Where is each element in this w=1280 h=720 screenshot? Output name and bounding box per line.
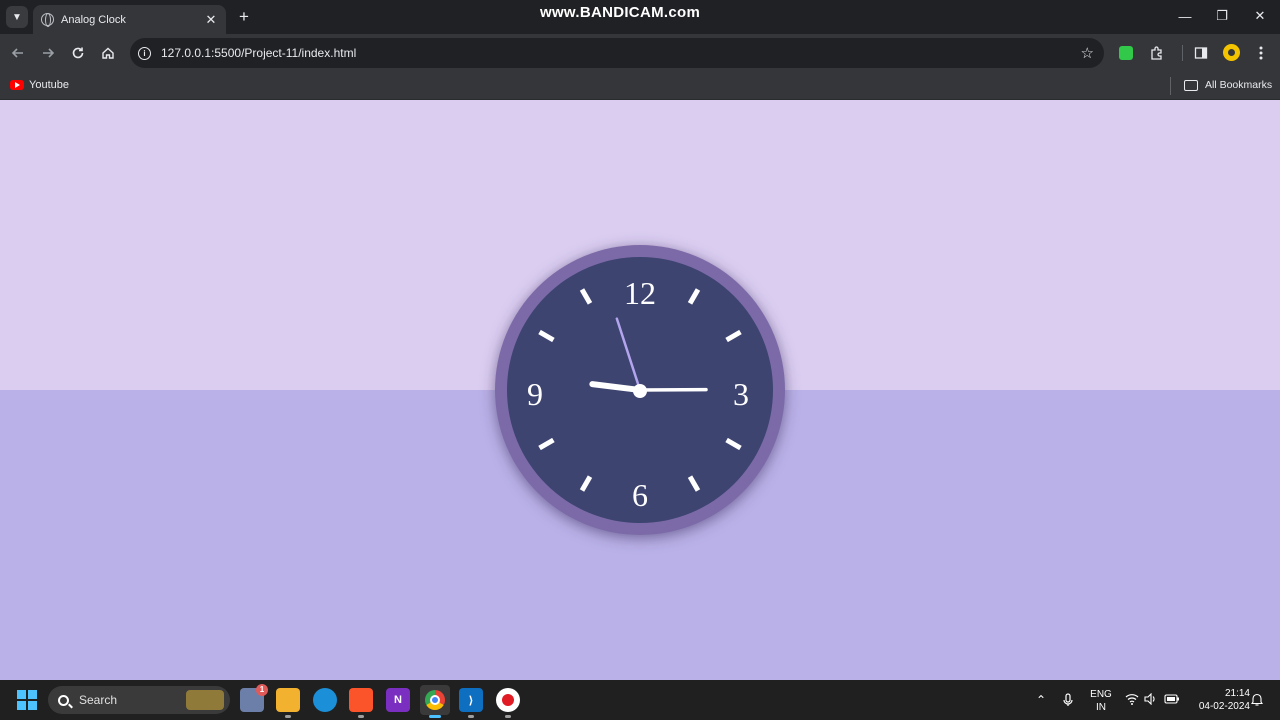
clock-center-pin bbox=[633, 384, 647, 398]
wifi-icon[interactable] bbox=[1125, 693, 1139, 708]
tab-analog-clock[interactable]: Analog Clock ✕ bbox=[33, 5, 226, 34]
url-text[interactable]: 127.0.0.1:5500/Project-11/index.html bbox=[161, 46, 1081, 60]
extensions-puzzle-icon[interactable] bbox=[1145, 41, 1169, 65]
address-bar[interactable]: i 127.0.0.1:5500/Project-11/index.html ☆ bbox=[130, 38, 1104, 68]
tab-title: Analog Clock bbox=[61, 13, 126, 26]
bandicam-record-icon[interactable] bbox=[496, 688, 520, 712]
all-bookmarks-button[interactable]: All Bookmarks bbox=[1184, 79, 1272, 91]
volume-icon[interactable] bbox=[1144, 692, 1158, 708]
edge-browser-icon[interactable] bbox=[313, 688, 337, 712]
home-icon[interactable] bbox=[96, 41, 120, 65]
youtube-icon bbox=[10, 80, 24, 90]
tab-close-icon[interactable]: ✕ bbox=[204, 12, 218, 28]
search-highlight-image bbox=[186, 690, 224, 710]
page-content: 12 3 6 9 bbox=[0, 100, 1280, 680]
search-icon bbox=[58, 694, 69, 706]
vscode-indicator bbox=[468, 715, 474, 718]
windows-start-icon[interactable] bbox=[17, 690, 37, 710]
close-window-button[interactable]: ✕ bbox=[1247, 4, 1273, 28]
folder-icon bbox=[1184, 79, 1198, 91]
bookmarks-bar: Youtube All Bookmarks bbox=[0, 72, 1280, 100]
language-indicator[interactable]: ENG IN bbox=[1088, 688, 1114, 714]
extension-green-icon[interactable] bbox=[1119, 46, 1133, 60]
bandicam-indicator bbox=[505, 715, 511, 718]
clock-svg: 12 3 6 9 bbox=[495, 245, 785, 535]
analog-clock: 12 3 6 9 bbox=[495, 245, 785, 535]
side-panel-icon[interactable] bbox=[1189, 41, 1213, 65]
clock-number-12: 12 bbox=[624, 275, 656, 311]
file-explorer-icon[interactable] bbox=[276, 688, 300, 712]
back-arrow-icon[interactable] bbox=[6, 41, 30, 65]
taskbar-clock[interactable]: 21:14 04-02-2024 bbox=[1186, 687, 1250, 713]
onenote-icon[interactable]: N bbox=[386, 688, 410, 712]
new-tab-button[interactable]: + bbox=[234, 6, 254, 28]
vscode-icon[interactable]: ⟩ bbox=[459, 688, 483, 712]
chrome-active-indicator bbox=[429, 715, 441, 718]
browser-toolbar: i 127.0.0.1:5500/Project-11/index.html ☆ bbox=[0, 34, 1280, 72]
brave-indicator bbox=[358, 715, 364, 718]
windows-taskbar: Search 1 N ⟩ ⌃ ENG IN 21:14 04-02-2024 bbox=[0, 680, 1280, 720]
chrome-taskbar-button[interactable] bbox=[420, 685, 450, 715]
brave-browser-icon[interactable] bbox=[349, 688, 373, 712]
taskbar-time: 21:14 bbox=[1224, 688, 1250, 699]
bookmark-star-icon[interactable]: ☆ bbox=[1081, 44, 1094, 62]
browser-titlebar: ▼ Analog Clock ✕ + www.BANDICAM.com — ❐ … bbox=[0, 0, 1280, 34]
forward-arrow-icon[interactable] bbox=[36, 41, 60, 65]
taskbar-date: 04-02-2024 bbox=[1198, 701, 1250, 712]
battery-icon[interactable] bbox=[1164, 693, 1180, 707]
site-info-icon[interactable]: i bbox=[138, 46, 151, 60]
bookmark-youtube-label: Youtube bbox=[29, 79, 69, 91]
bookmark-youtube[interactable]: Youtube bbox=[10, 79, 69, 91]
clock-number-9: 9 bbox=[527, 376, 543, 412]
language-label: ENG bbox=[1090, 689, 1112, 700]
bandicam-watermark: www.BANDICAM.com bbox=[540, 4, 701, 21]
notification-bell-icon[interactable] bbox=[1250, 693, 1264, 709]
region-label: IN bbox=[1096, 702, 1106, 713]
profile-avatar[interactable] bbox=[1223, 44, 1240, 61]
toolbar-divider bbox=[1182, 45, 1183, 61]
tab-search-chevron-icon[interactable]: ▼ bbox=[6, 6, 28, 28]
taskbar-search-box[interactable]: Search bbox=[48, 686, 230, 714]
clock-number-3: 3 bbox=[733, 376, 749, 412]
weather-badge: 1 bbox=[256, 684, 268, 696]
taskbar-search-label: Search bbox=[79, 693, 118, 707]
clock-number-6: 6 bbox=[632, 477, 648, 513]
minimize-button[interactable]: — bbox=[1172, 4, 1198, 28]
bookmarks-divider bbox=[1170, 77, 1171, 95]
tray-overflow-chevron-icon[interactable]: ⌃ bbox=[1036, 693, 1046, 707]
all-bookmarks-label: All Bookmarks bbox=[1205, 79, 1273, 91]
globe-icon bbox=[41, 13, 54, 27]
microphone-icon[interactable] bbox=[1063, 693, 1073, 710]
restore-button[interactable]: ❐ bbox=[1209, 4, 1235, 28]
weather-widget-icon[interactable]: 1 bbox=[240, 684, 268, 712]
reload-icon[interactable] bbox=[66, 41, 90, 65]
chrome-icon bbox=[425, 690, 445, 710]
file-explorer-indicator bbox=[285, 715, 291, 718]
more-menu-icon[interactable] bbox=[1249, 41, 1273, 65]
